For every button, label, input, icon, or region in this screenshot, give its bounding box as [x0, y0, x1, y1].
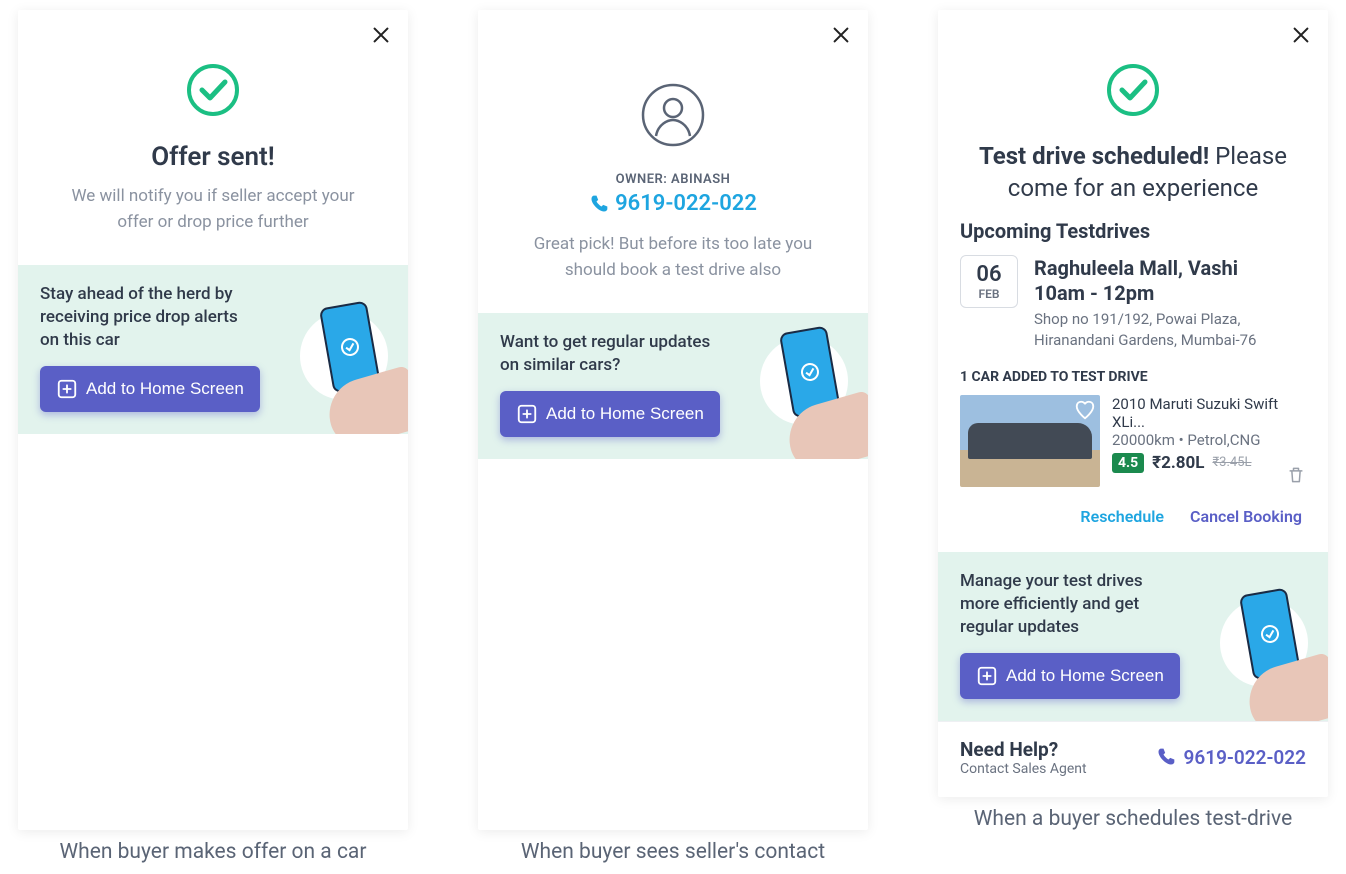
owner-phone[interactable]: 9619-022-022	[506, 191, 840, 216]
location-name: Raghuleela Mall, Vashi	[1034, 255, 1306, 281]
promo-banner: Want to get regular updates on similar c…	[478, 313, 868, 459]
phone-illustration	[728, 329, 868, 459]
offer-subtitle: We will notify you if seller accept your…	[56, 184, 370, 235]
offer-sent-card: Offer sent! We will notify you if seller…	[18, 10, 408, 830]
contact-subtitle: Great pick! But before its too late you …	[516, 232, 830, 283]
help-phone[interactable]: 9619-022-022	[1156, 746, 1306, 769]
price: ₹2.80L	[1152, 453, 1204, 473]
contact-card: OWNER: ABINASH 9619-022-022 Great pick! …	[478, 10, 868, 830]
car-item: 2010 Maruti Suzuki Swift XLi... 20000km …	[960, 395, 1306, 487]
promo-banner: Manage your test drives more efficiently…	[938, 552, 1328, 721]
close-icon[interactable]	[1290, 24, 1312, 50]
help-title: Need Help?	[960, 738, 1087, 761]
caption: When a buyer schedules test-drive	[974, 807, 1292, 831]
date-box: 06 FEB	[960, 255, 1018, 308]
promo-banner: Stay ahead of the herd by receiving pric…	[18, 265, 408, 434]
car-count: 1 CAR ADDED TO TEST DRIVE	[960, 369, 1306, 385]
testdrive-card: Test drive scheduled! Please come for an…	[938, 10, 1328, 797]
help-sub: Contact Sales Agent	[960, 761, 1087, 777]
price-original: ₹3.45L	[1212, 455, 1251, 470]
reschedule-link[interactable]: Reschedule	[1080, 507, 1164, 526]
time-slot: 10am - 12pm	[1034, 281, 1306, 305]
caption: When buyer sees seller's contact	[521, 840, 825, 864]
phone-illustration	[1188, 591, 1328, 721]
date-month: FEB	[961, 287, 1017, 301]
checkmark-icon	[1103, 60, 1163, 124]
close-icon[interactable]	[370, 24, 392, 50]
help-row: Need Help? Contact Sales Agent 9619-022-…	[938, 721, 1328, 797]
add-home-button[interactable]: Add to Home Screen	[40, 366, 260, 412]
heart-icon[interactable]	[1074, 399, 1096, 425]
offer-title: Offer sent!	[46, 142, 380, 172]
phone-number: 9619-022-022	[615, 191, 757, 216]
banner-text: Stay ahead of the herd by receiving pric…	[40, 283, 260, 352]
caption: When buyer makes offer on a car	[60, 840, 367, 864]
cancel-booking-link[interactable]: Cancel Booking	[1190, 507, 1302, 526]
rating-badge: 4.5	[1112, 453, 1144, 473]
banner-text: Want to get regular updates on similar c…	[500, 331, 720, 377]
owner-label: OWNER: ABINASH	[506, 172, 840, 187]
add-home-button[interactable]: Add to Home Screen	[500, 391, 720, 437]
date-day: 06	[961, 262, 1017, 287]
car-title: 2010 Maruti Suzuki Swift XLi...	[1112, 395, 1306, 431]
close-icon[interactable]	[830, 24, 852, 50]
car-image	[960, 395, 1100, 487]
help-phone-number: 9619-022-022	[1184, 746, 1306, 769]
phone-illustration	[268, 304, 408, 434]
address: Shop no 191/192, Powai Plaza, Hiranandan…	[1034, 309, 1306, 351]
upcoming-title: Upcoming Testdrives	[960, 219, 1306, 243]
checkmark-icon	[183, 60, 243, 124]
add-home-label: Add to Home Screen	[86, 379, 244, 399]
car-sub: 20000km • Petrol,CNG	[1112, 431, 1306, 449]
add-home-label: Add to Home Screen	[546, 404, 704, 424]
trash-icon[interactable]	[1286, 465, 1306, 489]
testdrive-title: Test drive scheduled! Please come for an…	[976, 140, 1290, 205]
add-home-button[interactable]: Add to Home Screen	[960, 653, 1180, 699]
add-home-label: Add to Home Screen	[1006, 666, 1164, 686]
banner-text: Manage your test drives more efficiently…	[960, 570, 1180, 639]
person-icon	[640, 82, 706, 152]
